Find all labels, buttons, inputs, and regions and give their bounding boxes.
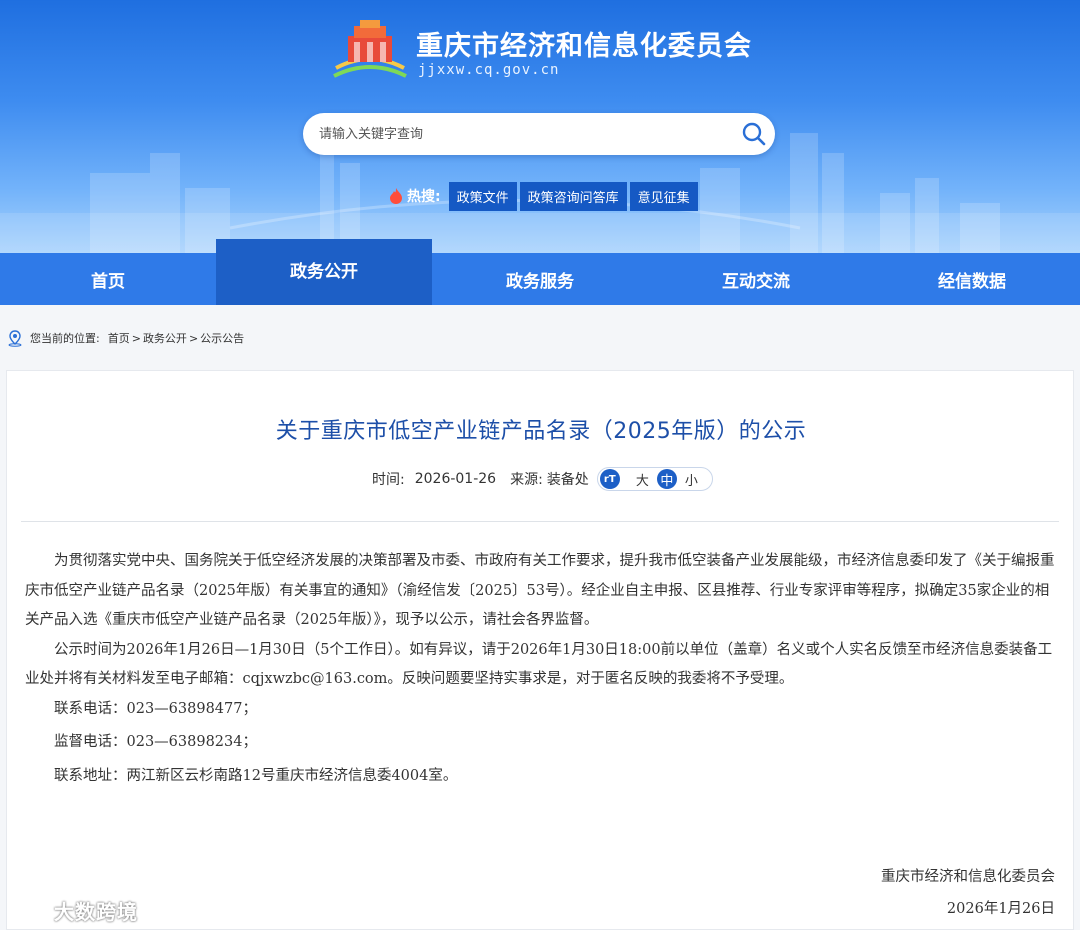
nav-government-affairs[interactable]: 政务公开	[216, 239, 432, 305]
nav-economy-data[interactable]: 经信数据	[864, 253, 1080, 305]
hot-search-label: 热搜:	[407, 189, 441, 205]
search-box	[303, 113, 775, 155]
hot-tag-opinions[interactable]: 意见征集	[629, 181, 698, 211]
font-size-icon: rT	[599, 469, 620, 489]
breadcrumb-separator: >	[188, 331, 199, 345]
flame-icon	[390, 188, 402, 204]
contact-address: 联系地址：两江新区云杉南路12号重庆市经济信息委4004室。	[54, 767, 458, 784]
site-title: 重庆市经济和信息化委员会	[416, 31, 752, 62]
font-size-large[interactable]: 大	[636, 470, 649, 489]
search-icon[interactable]	[740, 120, 768, 148]
nav-home[interactable]: 首页	[0, 253, 216, 305]
time-label: 时间:	[372, 472, 405, 488]
article-card: 关于重庆市低空产业链产品名录（2025年版）的公示 时间: 2026-01-26…	[6, 370, 1074, 930]
font-size-medium[interactable]: 中	[656, 469, 677, 489]
header-banner: 重庆市经济和信息化委员会 jjxxw.cq.gov.cn 热搜: 政策文件 政策…	[0, 0, 1080, 253]
article-title: 关于重庆市低空产业链产品名录（2025年版）的公示	[275, 419, 807, 444]
breadcrumb-home[interactable]: 首页	[108, 330, 130, 346]
site-logo[interactable]: 重庆市经济和信息化委员会 jjxxw.cq.gov.cn	[330, 18, 770, 82]
breadcrumb-separator: >	[131, 331, 141, 345]
sign-organization: 重庆市经济和信息化委员会	[881, 869, 1055, 885]
breadcrumb-government-affairs[interactable]: 政务公开	[143, 330, 187, 346]
article-body: 为贯彻落实党中央、国务院关于低空经济发展的决策部署及市委、市政府有关工作要求，提…	[25, 547, 1059, 791]
body-paragraph-2: 公示时间为2026年1月26日—1月30日（5个工作日）。如有异议，请于2026…	[25, 641, 1053, 688]
hot-search: 热搜: 政策文件 政策咨询问答库 意见征集	[388, 181, 701, 211]
nav-interaction[interactable]: 互动交流	[648, 253, 864, 305]
article-meta: 时间: 2026-01-26 来源: 装备处 rT 大 中 小	[372, 467, 713, 491]
supervise-phone: 监督电话：023—63898234；	[54, 734, 257, 750]
location-pin-icon	[8, 330, 22, 347]
contact-phone: 联系电话：023—63898477；	[54, 700, 257, 717]
article-signature: 重庆市经济和信息化委员会 2026年1月26日	[881, 861, 1055, 925]
font-size-small[interactable]: 小	[685, 470, 698, 489]
watermark-text: 大数跨境	[54, 899, 138, 924]
font-size-switcher: rT 大 中 小	[596, 467, 713, 491]
title-divider	[21, 521, 1059, 522]
breadcrumb: 您当前的位置: 首页 > 政务公开 > 公示公告	[6, 328, 246, 348]
breadcrumb-label: 您当前的位置:	[30, 332, 100, 345]
search-input[interactable]	[319, 123, 719, 145]
source-label: 来源:	[510, 472, 543, 488]
article-source: 装备处	[546, 472, 589, 488]
watermark: 大数跨境	[8, 894, 138, 926]
body-paragraph-1: 为贯彻落实党中央、国务院关于低空经济发展的决策部署及市委、市政府有关工作要求，提…	[25, 553, 1055, 628]
site-url: jjxxw.cq.gov.cn	[418, 62, 560, 78]
sign-date: 2026年1月26日	[946, 901, 1055, 917]
logo-emblem-icon	[333, 20, 407, 78]
nav-government-services[interactable]: 政务服务	[432, 253, 648, 305]
article-date: 2026-01-26	[414, 471, 497, 487]
hot-tag-policy-docs[interactable]: 政策文件	[448, 181, 517, 211]
main-nav: 首页 政务公开 政务服务 互动交流 经信数据	[0, 239, 1080, 305]
watermark-logo-icon	[8, 900, 49, 919]
breadcrumb-announcements[interactable]: 公示公告	[200, 330, 244, 346]
hot-tag-policy-qa[interactable]: 政策咨询问答库	[519, 181, 627, 211]
